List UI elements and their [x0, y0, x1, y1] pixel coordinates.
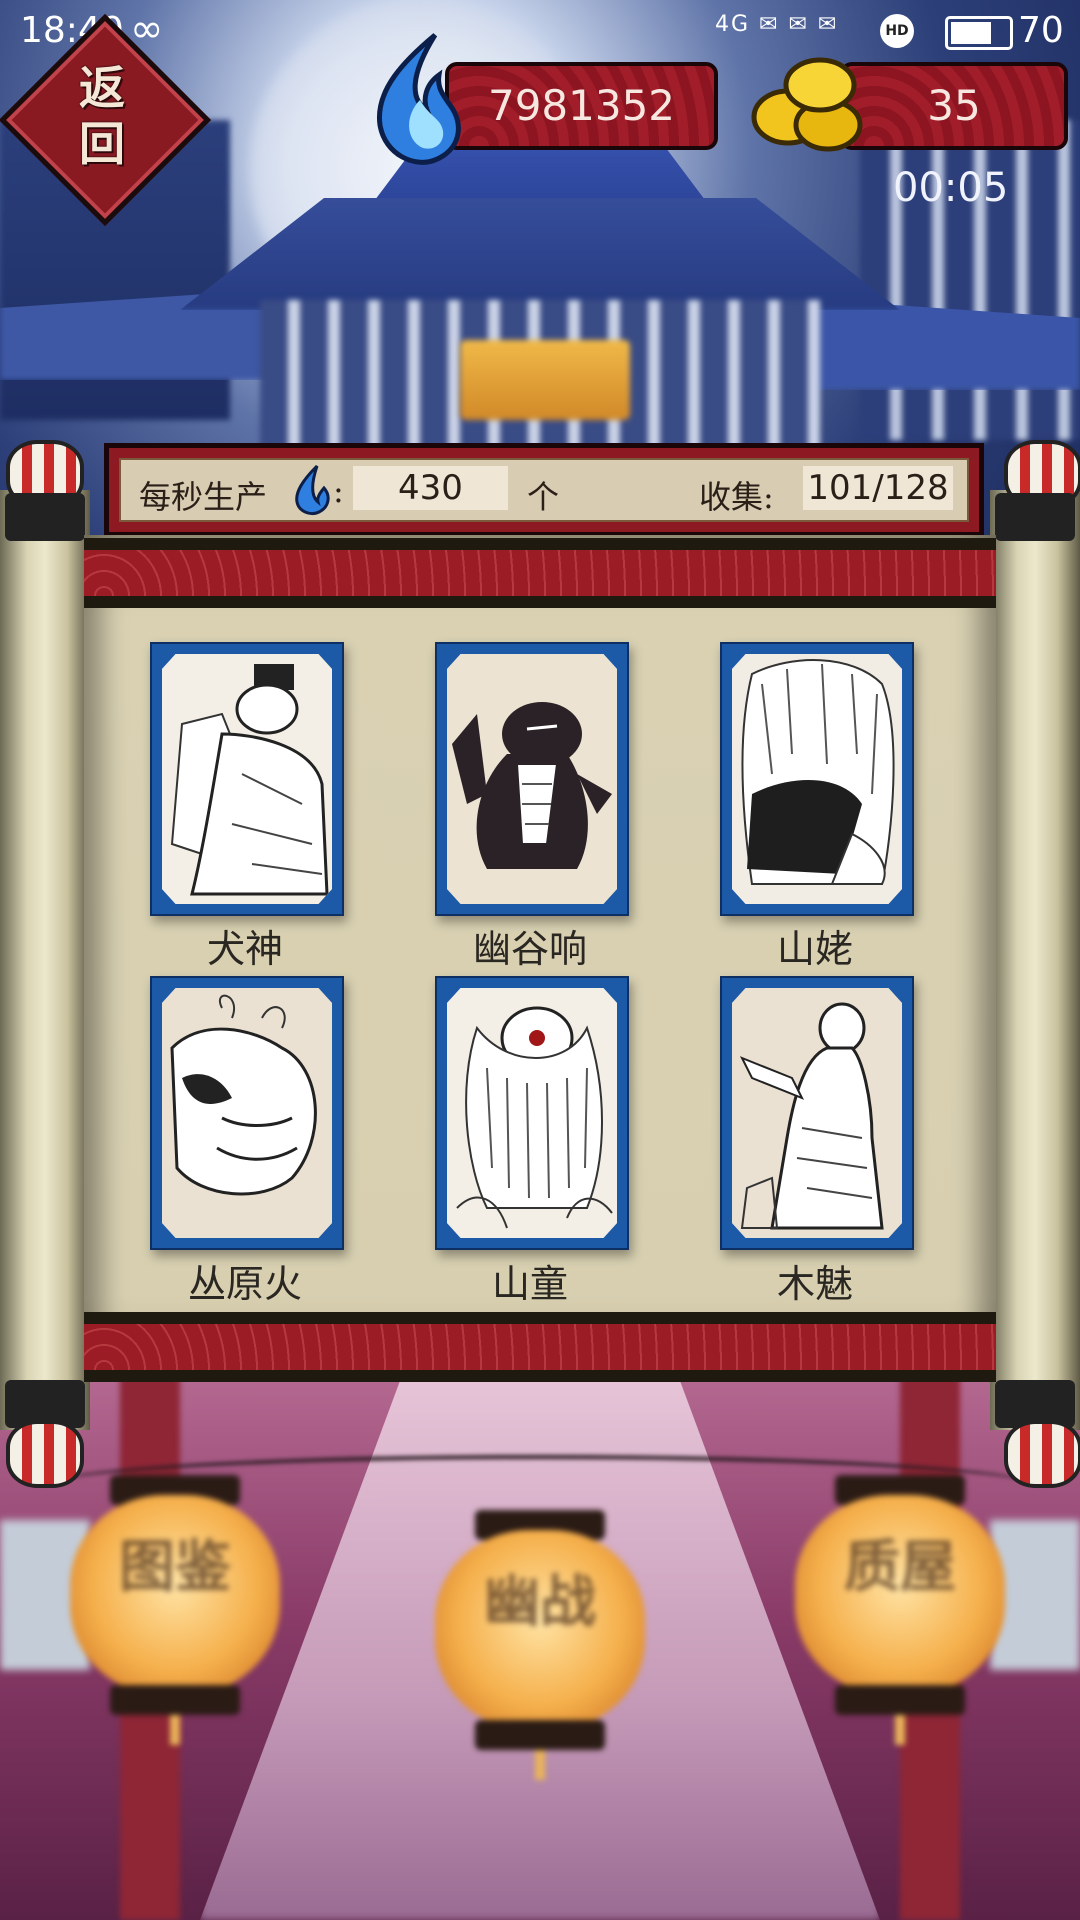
rate-unit: 个	[527, 478, 560, 516]
yokai-card-3-name: 山姥	[776, 927, 853, 971]
back-button-label[interactable]: 返 回	[52, 60, 152, 172]
lantern-pawnshop-label: 质屋	[844, 1534, 956, 1600]
lantern-codex-label: 图鉴	[119, 1534, 231, 1600]
collect-value: 101/128	[803, 466, 953, 510]
collect-label: 收集:	[699, 478, 774, 516]
lantern-button-pawnshop[interactable]: 质屋	[795, 1475, 1005, 1745]
battery-icon	[945, 16, 1013, 50]
lantern-button-codex[interactable]: 图鉴	[70, 1475, 280, 1745]
yokai-card-1-name: 犬神	[206, 927, 283, 971]
yokai-card-4[interactable]	[150, 976, 344, 1250]
yokai-card-6-name: 木魅	[776, 1262, 853, 1306]
network-icon: 4G	[715, 12, 751, 37]
lantern-battle-label: 幽战	[484, 1569, 596, 1635]
yokai-card-4-name: 丛原火	[187, 1262, 302, 1306]
back-label-char-2: 回	[79, 117, 125, 171]
blue-flame-icon	[376, 33, 461, 165]
scroll-roll-left	[0, 490, 90, 1430]
coin-counter: 35	[840, 62, 1068, 150]
rate-label: 每秒生产	[139, 478, 268, 516]
yokai-card-1[interactable]	[150, 642, 344, 916]
hd-icon: HD	[880, 14, 914, 48]
temple-sign	[460, 340, 630, 420]
scroll-rod-top-left	[5, 493, 85, 541]
yokai-card-3[interactable]	[720, 642, 914, 916]
timer: 00:05	[893, 165, 1009, 211]
rate-separator: :	[333, 472, 344, 510]
yokai-card-5[interactable]	[435, 976, 629, 1250]
yokai-card-2-name: 幽谷响	[472, 927, 587, 971]
gold-coin-icon	[751, 57, 863, 152]
scroll-top-band	[84, 538, 996, 608]
status-bar: 18:40 ∞ 4G ✉ ✉ ✉ HD 70	[0, 0, 1080, 62]
scroll-rod-top-right	[995, 493, 1075, 541]
yokai-card-6[interactable]	[720, 976, 914, 1250]
yamabiko-portrait	[447, 654, 617, 904]
inugami-portrait	[162, 654, 332, 904]
yokai-card-5-name: 山童	[491, 1262, 568, 1306]
notification-icons: 4G ✉ ✉ ✉	[715, 12, 839, 37]
back-label-char-1: 返	[79, 61, 125, 115]
sougenbi-portrait	[162, 988, 332, 1238]
rate-value: 430	[353, 466, 508, 510]
production-banner-inner: 每秒生产 : 430 个 收集: 101/128	[119, 458, 969, 522]
yamauba-portrait	[732, 654, 902, 904]
scroll-roll-right	[990, 490, 1080, 1430]
production-banner: 每秒生产 : 430 个 收集: 101/128	[104, 443, 984, 537]
battery-level: 70	[1018, 10, 1064, 51]
yokai-card-2[interactable]	[435, 642, 629, 916]
blue-flame-icon-small	[295, 464, 330, 516]
yamawaro-portrait	[447, 988, 617, 1238]
scroll-bottom-band	[84, 1312, 996, 1382]
kodama-portrait	[732, 988, 902, 1238]
scroll-cap-bottom-right	[1004, 1420, 1080, 1488]
lantern-button-battle[interactable]: 幽战	[435, 1510, 645, 1780]
soul-fire-counter: 7981352	[445, 62, 718, 150]
